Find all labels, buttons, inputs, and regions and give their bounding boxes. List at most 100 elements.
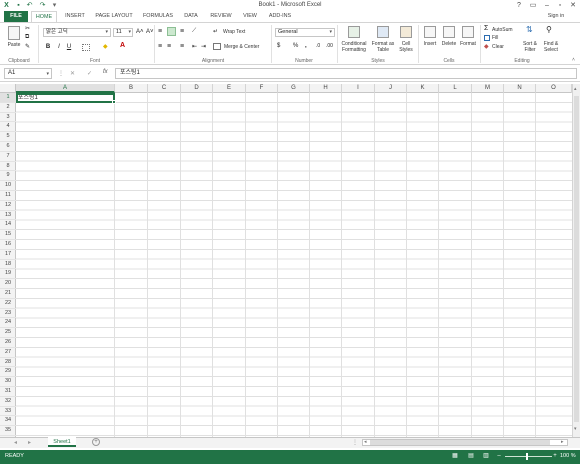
row-header[interactable]: 7 bbox=[0, 152, 16, 162]
row-header[interactable]: 11 bbox=[0, 191, 16, 201]
zoom-in-icon[interactable]: + bbox=[551, 452, 559, 460]
wrap-text-button[interactable]: Wrap Text bbox=[223, 29, 245, 35]
row-header[interactable]: 5 bbox=[0, 132, 16, 142]
sign-in-link[interactable]: Sign in bbox=[544, 11, 568, 22]
row-header[interactable]: 20 bbox=[0, 279, 16, 289]
fill-color-icon[interactable]: ◆ bbox=[103, 43, 108, 50]
column-header[interactable]: C bbox=[148, 84, 181, 93]
vertical-scrollbar[interactable]: ▴ ▾ bbox=[572, 84, 580, 437]
font-color-icon[interactable]: A bbox=[120, 42, 125, 49]
borders-icon[interactable] bbox=[82, 44, 90, 51]
copy-icon[interactable]: ⧉ bbox=[25, 34, 29, 41]
add-sheet-icon[interactable]: + bbox=[92, 438, 100, 446]
decrease-font-icon[interactable]: A˅ bbox=[146, 29, 154, 35]
cut-icon[interactable]: ✂ bbox=[25, 25, 30, 32]
formula-input[interactable]: 포스팅1 bbox=[115, 68, 577, 79]
row-header[interactable]: 15 bbox=[0, 230, 16, 240]
row-header[interactable]: 26 bbox=[0, 338, 16, 348]
column-header[interactable]: G bbox=[278, 84, 310, 93]
row-header[interactable]: 33 bbox=[0, 407, 16, 417]
row-header[interactable]: 1 bbox=[0, 93, 16, 103]
comma-style-button[interactable]: , bbox=[305, 43, 307, 49]
insert-button[interactable]: Insert bbox=[420, 41, 440, 47]
maximize-icon[interactable]: ▫ bbox=[554, 1, 566, 10]
clear-icon[interactable]: ◆ bbox=[484, 43, 489, 50]
percent-style-button[interactable]: % bbox=[293, 43, 298, 49]
tab-add-ins[interactable]: ADD-INS bbox=[265, 11, 295, 22]
column-header[interactable]: F bbox=[246, 84, 278, 93]
italic-button[interactable]: I bbox=[55, 43, 63, 51]
cell-styles-icon[interactable] bbox=[400, 26, 412, 38]
select-all-button[interactable] bbox=[0, 84, 16, 93]
row-header[interactable]: 34 bbox=[0, 416, 16, 427]
column-header[interactable]: E bbox=[213, 84, 246, 93]
fill-icon[interactable] bbox=[484, 35, 490, 41]
decrease-decimal-icon[interactable]: .00 bbox=[326, 43, 333, 49]
orientation-icon[interactable]: ⟋ bbox=[192, 28, 196, 35]
zoom-slider[interactable] bbox=[505, 456, 552, 457]
fill-handle[interactable] bbox=[112, 100, 116, 104]
increase-decimal-icon[interactable]: .0 bbox=[316, 43, 320, 49]
clear-button[interactable]: Clear bbox=[492, 44, 504, 50]
row-header[interactable]: 30 bbox=[0, 377, 16, 387]
cell-styles-button[interactable]: Cell Styles bbox=[396, 41, 416, 53]
row-header[interactable]: 6 bbox=[0, 142, 16, 152]
scroll-down-icon[interactable]: ▾ bbox=[574, 426, 577, 432]
merge-center-icon[interactable] bbox=[213, 43, 221, 50]
align-bottom-icon[interactable]: ≡ bbox=[180, 28, 184, 35]
zoom-slider-handle[interactable] bbox=[526, 453, 528, 460]
column-header[interactable]: A bbox=[16, 84, 115, 93]
row-header[interactable]: 13 bbox=[0, 211, 16, 221]
name-box[interactable]: A1 ▾ bbox=[4, 68, 52, 79]
fill-button[interactable]: Fill bbox=[492, 35, 498, 41]
cancel-entry-icon[interactable]: ✕ bbox=[70, 70, 75, 77]
merge-center-button[interactable]: Merge & Center bbox=[224, 44, 259, 50]
collapse-ribbon-icon[interactable]: ˄ bbox=[572, 57, 575, 63]
tab-home[interactable]: HOME bbox=[31, 11, 57, 22]
sheet-tab-sheet1[interactable]: Sheet1 bbox=[48, 437, 76, 447]
column-header[interactable]: I bbox=[342, 84, 375, 93]
align-middle-icon[interactable] bbox=[167, 27, 176, 36]
autosum-button[interactable]: AutoSum bbox=[492, 27, 513, 33]
row-header[interactable]: 8 bbox=[0, 162, 16, 172]
row-header[interactable]: 3 bbox=[0, 113, 16, 123]
column-header[interactable]: O bbox=[536, 84, 572, 93]
format-painter-icon[interactable]: ✎ bbox=[25, 43, 30, 50]
paste-button[interactable]: Paste bbox=[5, 42, 23, 48]
row-header[interactable]: 17 bbox=[0, 250, 16, 260]
column-header[interactable]: J bbox=[375, 84, 407, 93]
row-header[interactable]: 22 bbox=[0, 299, 16, 309]
column-header[interactable]: H bbox=[310, 84, 342, 93]
next-sheet-icon[interactable]: ▸ bbox=[28, 439, 31, 446]
find-select-icon[interactable]: ⚲ bbox=[546, 25, 552, 34]
column-header[interactable]: L bbox=[439, 84, 472, 93]
confirm-entry-icon[interactable]: ✓ bbox=[87, 70, 92, 77]
font-size-select[interactable]: 11 ▾ bbox=[113, 28, 133, 37]
format-cells-icon[interactable] bbox=[462, 26, 474, 38]
accounting-format-button[interactable]: $ bbox=[277, 43, 280, 49]
sort-filter-icon[interactable]: ⇅ bbox=[526, 25, 533, 34]
row-header[interactable]: 21 bbox=[0, 289, 16, 299]
help-button[interactable]: ? bbox=[513, 1, 525, 10]
row-header[interactable]: 19 bbox=[0, 269, 16, 280]
font-name-select[interactable]: 맑은 고딕 ▾ bbox=[43, 28, 111, 37]
tab-data[interactable]: DATA bbox=[180, 11, 202, 22]
normal-view-icon[interactable]: ▦ bbox=[451, 452, 459, 460]
delete-button[interactable]: Delete bbox=[439, 41, 459, 47]
underline-button[interactable]: U bbox=[65, 43, 73, 51]
row-header[interactable]: 31 bbox=[0, 387, 16, 397]
find-select-button[interactable]: Find & Select bbox=[541, 41, 561, 53]
page-layout-view-icon[interactable]: ▤ bbox=[467, 452, 475, 460]
scroll-up-icon[interactable]: ▴ bbox=[574, 86, 577, 92]
row-header[interactable]: 29 bbox=[0, 367, 16, 378]
conditional-formatting-icon[interactable] bbox=[348, 26, 360, 38]
increase-font-icon[interactable]: A˄ bbox=[136, 29, 144, 35]
row-header[interactable]: 25 bbox=[0, 328, 16, 338]
ribbon-display-options-icon[interactable]: ▭ bbox=[527, 1, 539, 10]
format-button[interactable]: Format bbox=[458, 41, 478, 47]
column-header[interactable]: B bbox=[115, 84, 148, 93]
row-header[interactable]: 4 bbox=[0, 122, 16, 133]
row-header[interactable]: 2 bbox=[0, 103, 16, 113]
row-header[interactable]: 27 bbox=[0, 348, 16, 358]
delete-cells-icon[interactable] bbox=[443, 26, 455, 38]
